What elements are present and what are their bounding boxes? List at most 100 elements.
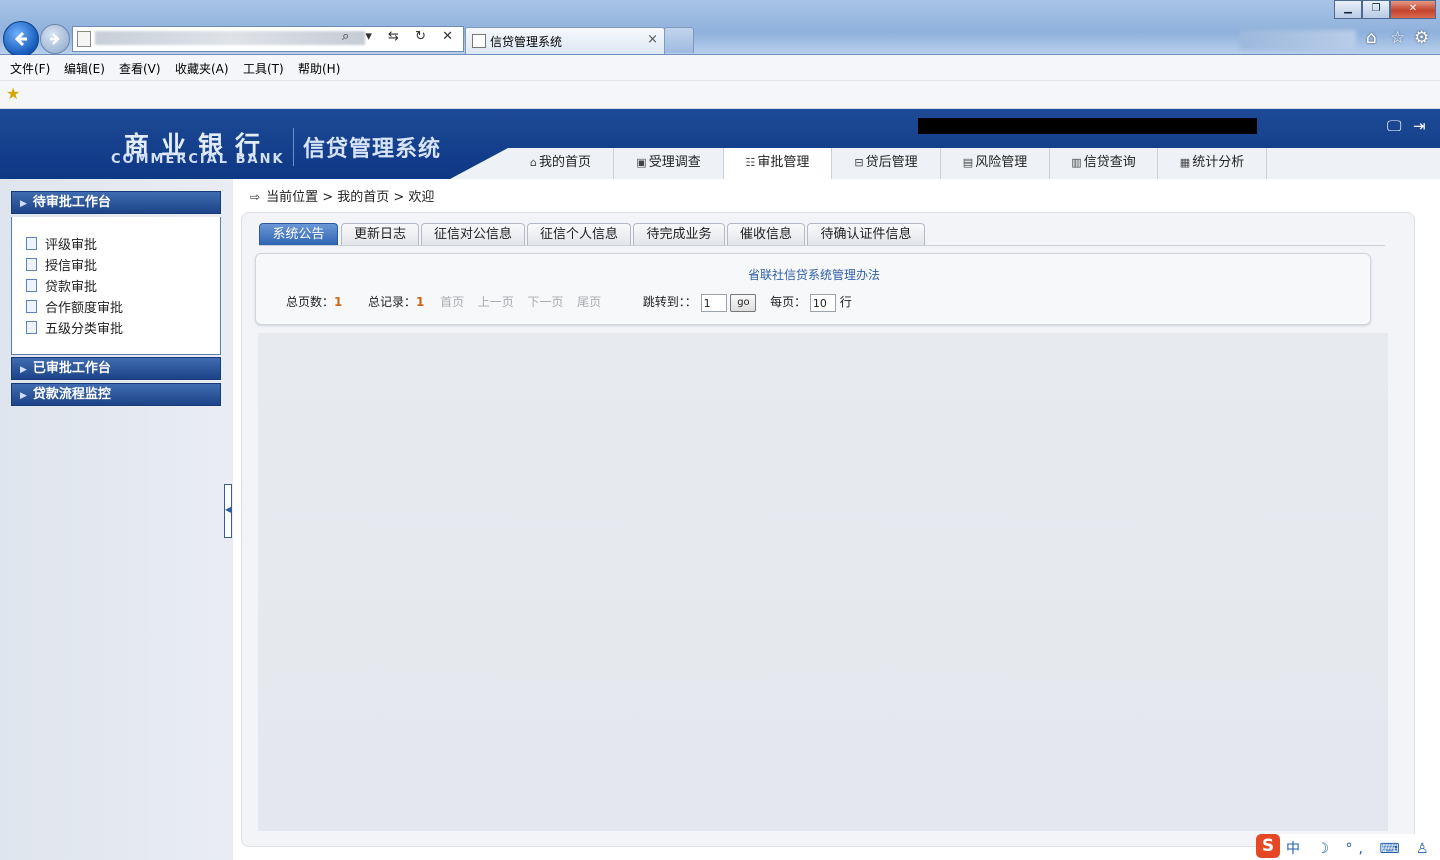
sidebar-section-monitor[interactable]: ▶ 贷款流程监控 bbox=[11, 383, 221, 406]
nav-label: 我的首页 bbox=[538, 155, 591, 170]
tab-pending-business[interactable]: 待完成业务 bbox=[633, 223, 725, 245]
favorites-bar: ★ bbox=[0, 81, 1440, 109]
screen-icon[interactable]: 🖵 bbox=[1387, 117, 1401, 135]
tab-corporate-credit[interactable]: 征信对公信息 bbox=[421, 223, 525, 245]
ime-tray: S 中 ☽ °, ⌨ ♙ ☗ ✎ bbox=[1256, 834, 1440, 860]
back-button[interactable] bbox=[3, 21, 39, 57]
nav-home[interactable]: ⌂ 我的首页 bbox=[508, 148, 614, 179]
add-favorite-star-icon[interactable]: ★ bbox=[6, 84, 20, 103]
tab-id-confirm[interactable]: 待确认证件信息 bbox=[807, 223, 925, 245]
system-title: 信贷管理系统 bbox=[303, 137, 442, 162]
tab-system-notice[interactable]: 系统公告 bbox=[259, 223, 338, 245]
nav-risk[interactable]: ▤ 风险管理 bbox=[941, 148, 1050, 179]
caret-right-icon: ▶ bbox=[20, 199, 27, 209]
sidebar-item-quota-approval[interactable]: 合作额度审批 bbox=[26, 297, 123, 316]
last-page-link[interactable]: 尾页 bbox=[577, 295, 601, 309]
nav-label: 受理调查 bbox=[648, 155, 701, 170]
menu-help[interactable]: 帮助(H) bbox=[298, 60, 340, 77]
per-page-label: 每页： bbox=[770, 295, 807, 309]
forward-button[interactable] bbox=[40, 24, 70, 54]
survey-icon: ▣ bbox=[636, 156, 647, 169]
sidebar-item-loan-approval[interactable]: 贷款审批 bbox=[26, 276, 97, 295]
risk-icon: ▤ bbox=[962, 156, 974, 169]
prev-page-link[interactable]: 上一页 bbox=[478, 295, 514, 309]
nav-label: 统计分析 bbox=[1192, 155, 1245, 170]
ime-logo-icon[interactable]: S bbox=[1256, 834, 1280, 858]
gear-icon[interactable]: ⚙ bbox=[1414, 28, 1429, 48]
chart-icon: ▦ bbox=[1179, 156, 1191, 169]
window-controls: ▁ ❐ ✕ bbox=[1334, 0, 1436, 19]
menu-tools[interactable]: 工具(T) bbox=[243, 60, 284, 77]
tabs-divider bbox=[259, 245, 1385, 246]
location-icon: ⇨ bbox=[250, 190, 261, 204]
breadcrumb-text: 当前位置 > 我的首页 > 欢迎 bbox=[266, 190, 435, 205]
sidebar-item-label: 授信审批 bbox=[45, 259, 98, 274]
nav-query[interactable]: ▥ 信贷查询 bbox=[1050, 148, 1158, 179]
per-page-input[interactable]: 10 bbox=[809, 293, 836, 312]
sidebar-item-label: 合作额度审批 bbox=[45, 301, 124, 316]
menu-file[interactable]: 文件(F) bbox=[10, 60, 50, 77]
jump-page-input[interactable]: 1 bbox=[700, 293, 727, 312]
caret-right-icon: ▶ bbox=[20, 365, 27, 375]
sidebar-item-label: 评级审批 bbox=[45, 238, 98, 253]
go-button[interactable]: go bbox=[730, 293, 757, 312]
tab-update-log[interactable]: 更新日志 bbox=[341, 223, 419, 245]
total-pages-value: 1 bbox=[334, 295, 343, 309]
nav-label: 审批管理 bbox=[757, 155, 810, 170]
sidebar-section-approved[interactable]: ▶ 已审批工作台 bbox=[11, 357, 221, 380]
menu-view[interactable]: 查看(V) bbox=[119, 60, 161, 77]
restore-button[interactable]: ❐ bbox=[1362, 0, 1390, 19]
document-icon bbox=[26, 300, 37, 313]
minimize-button[interactable]: ▁ bbox=[1334, 0, 1362, 19]
sidebar-item-credit-approval[interactable]: 授信审批 bbox=[26, 255, 97, 274]
document-icon bbox=[26, 279, 37, 292]
sidebar-section-label: 贷款流程监控 bbox=[32, 387, 111, 402]
favorites-star-icon[interactable]: ☆ bbox=[1390, 28, 1405, 48]
page-icon bbox=[77, 31, 91, 47]
app-header: 商业银行 COMMERCIAL BANK 信贷管理系统 🖵 ⇥ ⌂ 我的首页 ▣ 受… bbox=[0, 109, 1440, 179]
menu-bar: 文件(F) 编辑(E) 查看(V) 收藏夹(A) 工具(T) 帮助(H) bbox=[0, 55, 1440, 81]
nav-statistics[interactable]: ▦ 统计分析 bbox=[1158, 148, 1267, 179]
document-icon bbox=[26, 258, 37, 271]
nav-approval[interactable]: ☷ 审批管理 bbox=[724, 148, 832, 179]
approval-icon: ☷ bbox=[745, 156, 756, 169]
user-info-redacted bbox=[918, 118, 1257, 134]
query-icon: ▥ bbox=[1071, 156, 1082, 169]
sidebar-item-rating-approval[interactable]: 评级审批 bbox=[26, 234, 97, 253]
home-icon[interactable]: ⌂ bbox=[1366, 28, 1377, 48]
address-bar-buttons[interactable]: ⌕ ▾ ⇆ ↻ ✕ bbox=[342, 29, 459, 44]
ime-toolbar-icons[interactable]: 中 ☽ °, ⌨ ♙ ☗ ✎ bbox=[1286, 838, 1440, 858]
sidebar-collapse-handle[interactable]: ◀ bbox=[224, 484, 232, 538]
tab-personal-credit[interactable]: 征信个人信息 bbox=[527, 223, 631, 245]
address-bar[interactable]: ⌕ ▾ ⇆ ↻ ✕ bbox=[72, 26, 464, 52]
tab-collection[interactable]: 催收信息 bbox=[727, 223, 805, 245]
search-box-redacted[interactable] bbox=[1240, 30, 1356, 50]
next-page-link[interactable]: 下一页 bbox=[527, 295, 563, 309]
breadcrumb: ⇨ 当前位置 > 我的首页 > 欢迎 bbox=[250, 186, 434, 205]
menu-edit[interactable]: 编辑(E) bbox=[64, 60, 105, 77]
sidebar-section-pending[interactable]: ▶ 待审批工作台 bbox=[11, 191, 221, 214]
browser-tab[interactable]: 信贷管理系统 × bbox=[465, 27, 665, 54]
arrow-left-icon bbox=[14, 31, 27, 47]
total-records-label: 总记录： bbox=[368, 295, 417, 309]
address-url-redacted bbox=[95, 31, 365, 45]
document-icon bbox=[26, 237, 37, 250]
sidebar-section-label: 已审批工作台 bbox=[32, 361, 111, 376]
menu-favorites[interactable]: 收藏夹(A) bbox=[175, 60, 229, 77]
nav-post-loan[interactable]: ⊟ 贷后管理 bbox=[832, 148, 941, 179]
jump-label: 跳转到：： bbox=[642, 295, 697, 309]
main-nav: ⌂ 我的首页 ▣ 受理调查 ☷ 审批管理 ⊟ 贷后管理 ▤ 风险管理 ▥ 信贷查询 ▦ 统计分… bbox=[450, 148, 1440, 179]
sidebar-item-classification-approval[interactable]: 五级分类审批 bbox=[26, 318, 123, 337]
notice-title-link[interactable]: 省联社信贷系统管理办法 bbox=[256, 266, 1372, 283]
close-tab-icon[interactable]: × bbox=[647, 32, 658, 47]
new-tab-button[interactable] bbox=[664, 27, 694, 53]
content-area bbox=[258, 333, 1388, 831]
logout-icon[interactable]: ⇥ bbox=[1413, 117, 1426, 135]
first-page-link[interactable]: 首页 bbox=[440, 295, 464, 309]
nav-acceptance[interactable]: ▣ 受理调查 bbox=[614, 148, 724, 179]
document-icon bbox=[26, 321, 37, 334]
notice-box: 省联社信贷系统管理办法 总页数：1 总记录：1 首页 上一页 下一页 尾页 跳转… bbox=[255, 253, 1371, 325]
nav-label: 信贷查询 bbox=[1083, 155, 1136, 170]
total-records-value: 1 bbox=[416, 295, 425, 309]
close-window-button[interactable]: ✕ bbox=[1390, 0, 1436, 19]
